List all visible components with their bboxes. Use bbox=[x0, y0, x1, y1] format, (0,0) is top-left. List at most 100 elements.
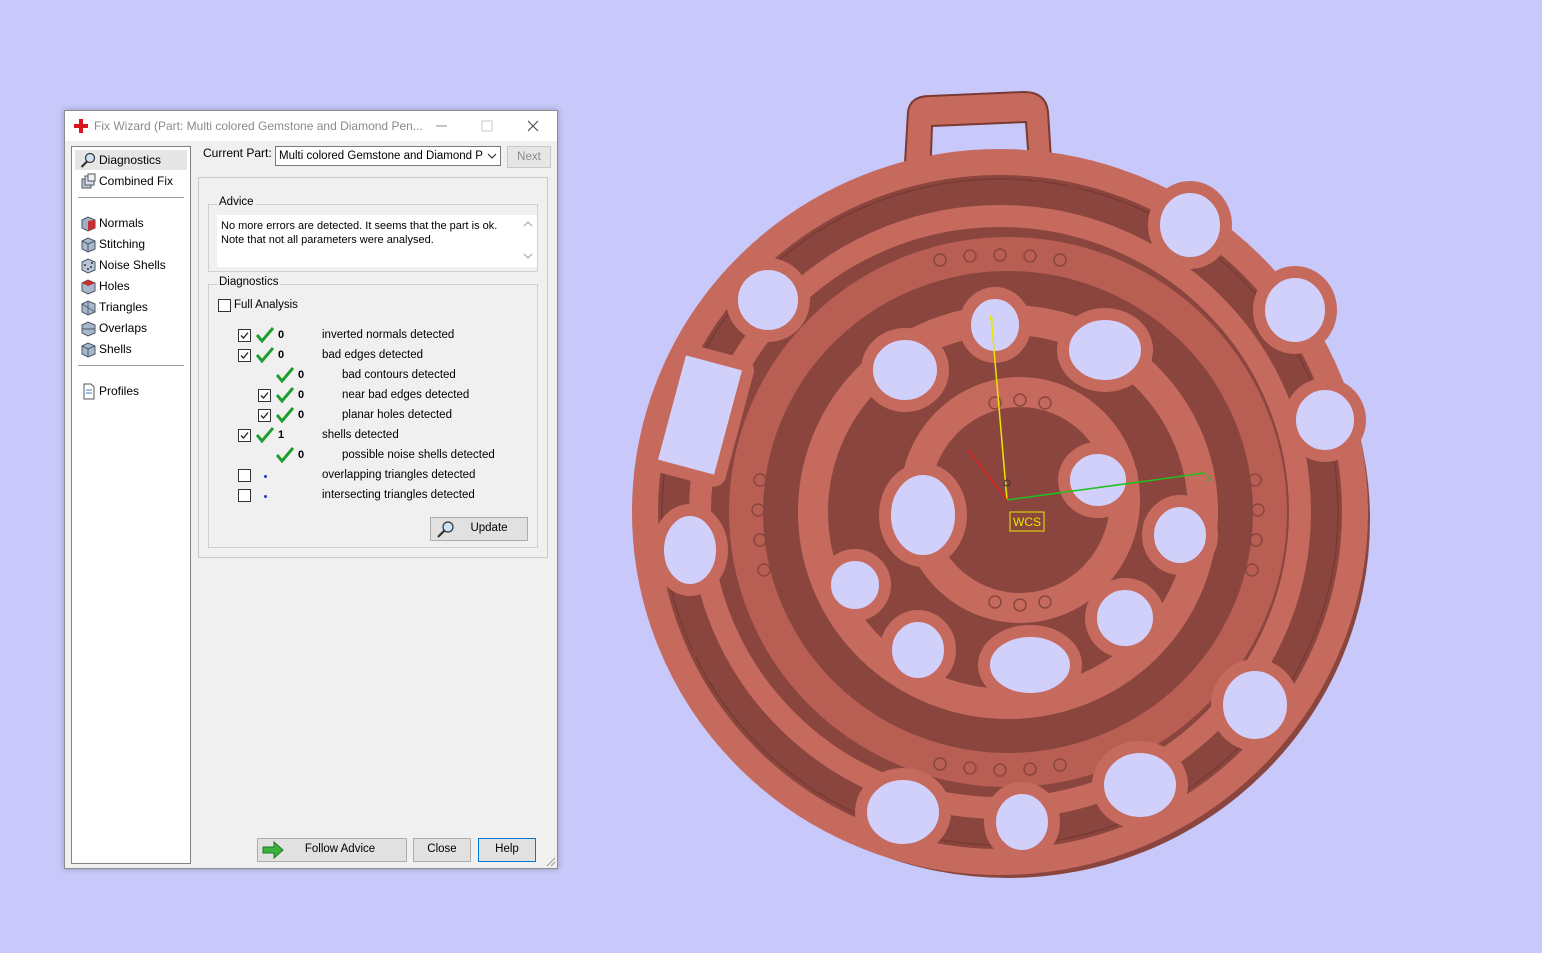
cube-noise-icon bbox=[81, 258, 96, 274]
planar-holes-count: 0 bbox=[298, 409, 305, 421]
overlapping-triangles-label: overlapping triangles detected bbox=[322, 469, 476, 481]
follow-advice-label: Follow Advice bbox=[304, 843, 376, 855]
main-panel: Advice No more errors are detected. It s… bbox=[198, 177, 548, 558]
intersecting-triangles-checkbox[interactable] bbox=[238, 489, 251, 502]
near-bad-edges-count: 0 bbox=[298, 389, 305, 401]
sidebar-divider bbox=[78, 365, 184, 366]
chevron-down-icon bbox=[487, 153, 497, 159]
planar-holes-checkbox[interactable] bbox=[258, 409, 271, 422]
sidebar-item-label: Shells bbox=[99, 342, 132, 356]
cube-shells-icon bbox=[81, 342, 96, 358]
bad-contours-label: bad contours detected bbox=[342, 369, 456, 381]
axis-x-label: x bbox=[1206, 472, 1212, 484]
pendant-model bbox=[632, 90, 1370, 878]
advice-group: Advice No more errors are detected. It s… bbox=[208, 196, 538, 272]
document-icon bbox=[83, 383, 95, 400]
check-ok-icon bbox=[276, 407, 294, 423]
cube-normals-icon bbox=[81, 216, 96, 232]
sidebar-item-noise-shells[interactable]: Noise Shells bbox=[75, 255, 187, 275]
advice-scrollbar[interactable] bbox=[521, 217, 535, 263]
advice-box: No more errors are detected. It seems th… bbox=[217, 215, 537, 267]
sidebar-item-overlaps[interactable]: Overlaps bbox=[75, 318, 187, 338]
bad-edges-count: 0 bbox=[278, 349, 285, 361]
noise-shells-count: 0 bbox=[298, 449, 305, 461]
sidebar-item-label: Overlaps bbox=[99, 321, 148, 335]
check-ok-icon bbox=[256, 327, 274, 343]
sidebar-item-label: Holes bbox=[99, 279, 130, 293]
planar-holes-label: planar holes detected bbox=[342, 409, 452, 421]
magnifier-icon bbox=[80, 152, 96, 168]
shells-count: 1 bbox=[278, 429, 285, 441]
sidebar-item-label: Combined Fix bbox=[99, 174, 174, 188]
sidebar-item-label: Profiles bbox=[99, 384, 140, 398]
cube-stitching-icon bbox=[81, 237, 96, 253]
inverted-normals-count: 0 bbox=[278, 329, 285, 341]
sidebar-item-stitching[interactable]: Stitching bbox=[75, 234, 187, 254]
sidebar-item-profiles[interactable]: Profiles bbox=[75, 381, 187, 401]
full-analysis-label: Full Analysis bbox=[234, 299, 298, 311]
title-bar[interactable]: Fix Wizard (Part: Multi colored Gemstone… bbox=[65, 111, 557, 141]
current-part-value: Multi colored Gemstone and Diamond Penc bbox=[279, 150, 483, 162]
cube-overlaps-icon bbox=[81, 321, 96, 337]
intersecting-triangles-label: intersecting triangles detected bbox=[322, 489, 475, 501]
sidebar-item-label: Normals bbox=[99, 216, 144, 230]
maximize-icon[interactable] bbox=[464, 111, 509, 141]
not-analysed-dot-icon bbox=[264, 495, 267, 498]
bad-edges-checkbox[interactable] bbox=[238, 349, 251, 362]
wcs-label: WCS bbox=[1013, 515, 1041, 529]
full-analysis-checkbox[interactable] bbox=[218, 299, 231, 312]
check-ok-icon bbox=[276, 387, 294, 403]
window-title: Fix Wizard (Part: Multi colored Gemstone… bbox=[94, 119, 423, 133]
update-button[interactable]: Update bbox=[430, 517, 528, 541]
fix-wizard-dialog: Fix Wizard (Part: Multi colored Gemstone… bbox=[64, 110, 558, 869]
shells-checkbox[interactable] bbox=[238, 429, 251, 442]
inverted-normals-label: inverted normals detected bbox=[322, 329, 455, 341]
check-ok-icon bbox=[256, 427, 274, 443]
close-icon[interactable] bbox=[510, 111, 555, 141]
advice-title: Advice bbox=[217, 196, 256, 208]
update-label: Update bbox=[470, 522, 508, 534]
sidebar-item-label: Stitching bbox=[99, 237, 146, 251]
sidebar-divider bbox=[78, 197, 184, 198]
cube-holes-icon bbox=[81, 279, 96, 295]
axis-y-label: y bbox=[989, 313, 995, 325]
bad-edges-label: bad edges detected bbox=[322, 349, 424, 361]
advice-text: No more errors are detected. It seems th… bbox=[221, 220, 498, 246]
close-button[interactable]: Close bbox=[413, 838, 471, 862]
sidebar-item-label: Triangles bbox=[99, 300, 148, 314]
shells-label: shells detected bbox=[322, 429, 399, 441]
check-ok-icon bbox=[256, 347, 274, 363]
near-bad-edges-label: near bad edges detected bbox=[342, 389, 470, 401]
current-part-select[interactable]: Multi colored Gemstone and Diamond Penc bbox=[275, 146, 501, 166]
next-button[interactable]: Next bbox=[507, 146, 551, 168]
diagnostics-group: Diagnostics Full Analysis 0 inverted nor… bbox=[208, 276, 538, 548]
check-ok-icon bbox=[276, 447, 294, 463]
inverted-normals-checkbox[interactable] bbox=[238, 329, 251, 342]
sidebar-item-triangles[interactable]: Triangles bbox=[75, 297, 187, 317]
resize-grip-icon[interactable] bbox=[546, 857, 556, 867]
sidebar-item-shells[interactable]: Shells bbox=[75, 339, 187, 359]
not-analysed-dot-icon bbox=[264, 475, 267, 478]
diagnostics-title: Diagnostics bbox=[217, 276, 281, 288]
overlapping-triangles-checkbox[interactable] bbox=[238, 469, 251, 482]
cube-triangles-icon bbox=[81, 300, 96, 316]
sidebar-item-label: Diagnostics bbox=[99, 153, 162, 167]
minimize-icon[interactable] bbox=[419, 111, 464, 141]
sidebar-item-label: Noise Shells bbox=[99, 258, 166, 272]
sidebar-item-combined-fix[interactable]: Combined Fix bbox=[75, 171, 187, 191]
sidebar-item-normals[interactable]: Normals bbox=[75, 213, 187, 233]
noise-shells-label: possible noise shells detected bbox=[342, 449, 495, 461]
red-cross-icon bbox=[74, 119, 88, 133]
sidebar-item-diagnostics[interactable]: Diagnostics bbox=[75, 150, 187, 170]
close-label: Close bbox=[427, 843, 457, 855]
follow-advice-button[interactable]: Follow Advice bbox=[257, 838, 407, 862]
bad-contours-count: 0 bbox=[298, 369, 305, 381]
check-ok-icon bbox=[276, 367, 294, 383]
near-bad-edges-checkbox[interactable] bbox=[258, 389, 271, 402]
help-button[interactable]: Help bbox=[478, 838, 536, 862]
help-label: Help bbox=[495, 843, 519, 855]
sidebar-item-holes[interactable]: Holes bbox=[75, 276, 187, 296]
layers-icon bbox=[81, 173, 96, 189]
current-part-label: Current Part: bbox=[203, 146, 272, 160]
sidebar: Diagnostics Combined Fix Normals Stitchi… bbox=[71, 146, 191, 864]
